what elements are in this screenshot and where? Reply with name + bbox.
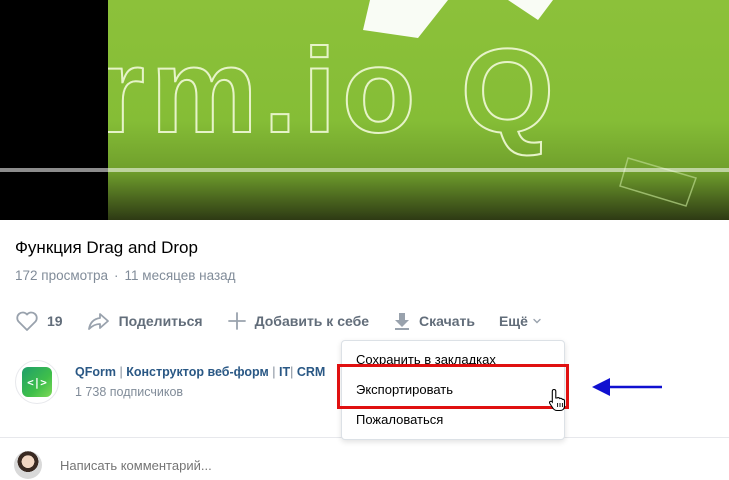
share-button[interactable]: Поделиться bbox=[87, 311, 203, 331]
channel-card[interactable]: <|> QForm | Конструктор веб-форм | IT| C… bbox=[15, 360, 325, 404]
share-arrow-icon bbox=[87, 313, 109, 330]
meta-separator: · bbox=[114, 268, 119, 283]
comment-input[interactable] bbox=[58, 456, 362, 474]
download-label: Скачать bbox=[419, 313, 475, 329]
heart-icon bbox=[16, 311, 38, 331]
menu-item-bookmark[interactable]: Сохранить в закладках bbox=[342, 345, 564, 373]
video-progress-bar[interactable] bbox=[0, 168, 729, 172]
upload-time: 11 месяцев назад bbox=[124, 268, 236, 283]
menu-item-export[interactable]: Экспортировать bbox=[342, 375, 564, 403]
plus-icon bbox=[227, 312, 246, 330]
subscriber-count: 1 738 подписчиков bbox=[75, 385, 184, 399]
video-meta: 172 просмотра · 11 месяцев назад bbox=[15, 268, 236, 283]
action-bar: 19 Поделиться Добавить к себе Скачать Ещ… bbox=[15, 309, 566, 333]
video-frame-artwork: rm.io Q bbox=[108, 0, 697, 207]
channel-name-part: IT bbox=[278, 365, 291, 379]
channel-logo: <|> bbox=[22, 367, 52, 397]
hand-cursor-icon bbox=[548, 388, 566, 412]
more-label: Ещё bbox=[498, 313, 528, 329]
channel-name-part: QForm bbox=[75, 365, 116, 379]
annotation-arrow-icon bbox=[592, 378, 662, 396]
like-count: 19 bbox=[47, 313, 63, 329]
menu-item-report[interactable]: Пожаловаться bbox=[342, 405, 564, 433]
chevron-down-icon bbox=[533, 318, 541, 324]
channel-name-separator: | bbox=[268, 365, 279, 379]
video-frame[interactable]: rm.io Q bbox=[108, 0, 729, 220]
channel-info: QForm | Конструктор веб-форм | IT| CRM 1… bbox=[75, 365, 325, 399]
video-title: Функция Drag and Drop bbox=[15, 238, 198, 257]
channel-avatar[interactable]: <|> bbox=[15, 360, 59, 404]
like-button[interactable]: 19 bbox=[15, 310, 63, 332]
channel-name-separator: | bbox=[115, 365, 127, 379]
more-button[interactable]: Ещё bbox=[499, 313, 542, 329]
channel-name-part: Конструктор веб-форм bbox=[126, 365, 269, 379]
channel-name-separator: | bbox=[290, 365, 297, 379]
download-button[interactable]: Скачать bbox=[393, 311, 475, 331]
more-dropdown-menu: Сохранить в закладках Экспортировать Пож… bbox=[341, 340, 565, 440]
view-count: 172 просмотра bbox=[15, 268, 109, 283]
comment-composer bbox=[14, 451, 362, 479]
channel-name-link[interactable]: QForm | Конструктор веб-форм | IT| CRM bbox=[75, 365, 325, 379]
user-avatar[interactable] bbox=[14, 451, 42, 479]
video-player[interactable]: rm.io Q bbox=[0, 0, 729, 220]
channel-name-part: CRM bbox=[296, 365, 326, 379]
add-to-self-label: Добавить к себе bbox=[254, 313, 370, 329]
add-to-self-button[interactable]: Добавить к себе bbox=[227, 311, 369, 331]
download-icon bbox=[395, 313, 410, 330]
share-label: Поделиться bbox=[118, 313, 203, 329]
video-overlay-text: rm.io Q bbox=[108, 24, 560, 158]
